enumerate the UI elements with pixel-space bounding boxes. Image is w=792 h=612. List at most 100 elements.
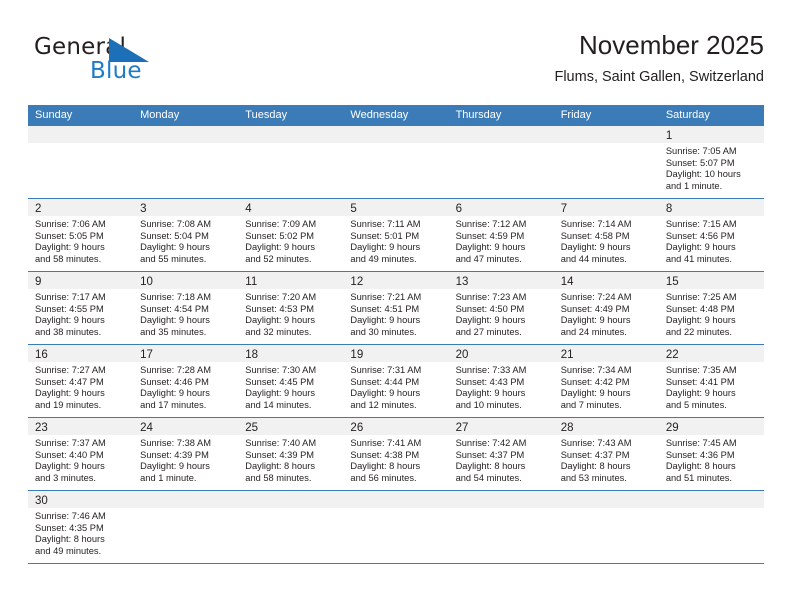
daylight-text: and 52 minutes. xyxy=(245,253,312,264)
day-cell[interactable]: 23 Sunrise: 7:37 AM Sunset: 4:40 PM Dayligh… xyxy=(28,418,134,490)
day-cell[interactable]: 20 Sunrise: 7:33 AM Sunset: 4:43 PM Dayligh… xyxy=(448,345,554,417)
sunrise-text: Sunrise: 7:18 AM xyxy=(140,292,211,302)
page-header: General Blue November 2025 Flums, Saint … xyxy=(28,28,764,98)
sunset-text: Sunset: 4:56 PM xyxy=(665,230,735,241)
day-cell[interactable]: 4 Sunrise: 7:09 AM Sunset: 5:02 PM Daylight… xyxy=(238,199,344,271)
day-cell[interactable]: 11 Sunrise: 7:20 AM Sunset: 4:53 PM Dayligh… xyxy=(238,272,344,344)
sunset-text: Sunset: 4:51 PM xyxy=(350,303,420,314)
day-cell[interactable]: 10 Sunrise: 7:18 AM Sunset: 4:54 PM Dayligh… xyxy=(133,272,239,344)
day-details: Sunrise: 7:14 AM Sunset: 4:58 PM Daylight:… xyxy=(554,216,659,270)
day-cell[interactable]: 26 Sunrise: 7:41 AM Sunset: 4:38 PM Dayligh… xyxy=(343,418,449,490)
day-cell[interactable]: 25 Sunrise: 7:40 AM Sunset: 4:39 PM Dayligh… xyxy=(238,418,344,490)
day-details: Sunrise: 7:35 AM Sunset: 4:41 PM Daylight:… xyxy=(659,362,764,416)
sunrise-text: Sunrise: 7:45 AM xyxy=(665,438,737,448)
day-cell-empty xyxy=(658,491,764,563)
daylight-text: and 35 minutes. xyxy=(140,326,207,337)
daylight-text: Daylight: 9 hours xyxy=(560,242,631,253)
day-details: Sunrise: 7:17 AM Sunset: 4:55 PM Daylight:… xyxy=(28,289,133,343)
day-cell[interactable]: 2 Sunrise: 7:06 AM Sunset: 5:05 PM Daylight… xyxy=(28,199,134,271)
day-cell[interactable]: 28 Sunrise: 7:43 AM Sunset: 4:37 PM Dayligh… xyxy=(553,418,659,490)
day-cell[interactable]: 17 Sunrise: 7:28 AM Sunset: 4:46 PM Dayligh… xyxy=(133,345,239,417)
sunset-text: Sunset: 4:40 PM xyxy=(35,449,104,460)
day-cell[interactable]: 8 Sunrise: 7:15 AM Sunset: 4:56 PM Daylight… xyxy=(658,199,764,271)
day-details xyxy=(133,143,238,151)
day-number-bar: 4 xyxy=(238,199,344,216)
sunset-text: Sunset: 4:59 PM xyxy=(455,230,525,241)
brand-name-blue: Blue xyxy=(90,58,142,84)
day-cell[interactable]: 3 Sunrise: 7:08 AM Sunset: 5:04 PM Daylight… xyxy=(133,199,239,271)
daylight-text: Daylight: 9 hours xyxy=(350,388,421,399)
daylight-text: Daylight: 9 hours xyxy=(560,388,631,399)
day-details xyxy=(238,143,343,151)
day-number-bar: 7 xyxy=(553,199,659,216)
day-number: 20 xyxy=(455,349,469,361)
day-cell-empty xyxy=(28,126,134,198)
day-cell[interactable]: 19 Sunrise: 7:31 AM Sunset: 4:44 PM Dayligh… xyxy=(343,345,449,417)
day-cell[interactable]: 18 Sunrise: 7:30 AM Sunset: 4:45 PM Dayligh… xyxy=(238,345,344,417)
brand-logo[interactable]: General Blue xyxy=(34,34,234,90)
day-number: 23 xyxy=(35,422,48,434)
day-number-bar xyxy=(553,491,659,508)
day-cell[interactable]: 30 Sunrise: 7:46 AM Sunset: 4:35 PM Dayligh… xyxy=(28,491,134,563)
day-cell[interactable]: 5 Sunrise: 7:11 AM Sunset: 5:01 PM Daylight… xyxy=(343,199,449,271)
day-cell[interactable]: 29 Sunrise: 7:45 AM Sunset: 4:36 PM Dayligh… xyxy=(658,418,764,490)
day-number-bar xyxy=(448,491,554,508)
sunrise-text: Sunrise: 7:20 AM xyxy=(245,292,317,302)
daylight-text: Daylight: 10 hours xyxy=(665,169,741,180)
day-number-bar xyxy=(238,126,344,143)
day-number: 9 xyxy=(35,276,42,288)
day-cell-empty xyxy=(238,126,344,198)
day-details: Sunrise: 7:46 AM Sunset: 4:35 PM Daylight:… xyxy=(28,508,133,562)
day-cell[interactable]: 22 Sunrise: 7:35 AM Sunset: 4:41 PM Dayligh… xyxy=(658,345,764,417)
sunset-text: Sunset: 5:02 PM xyxy=(245,230,315,241)
daylight-text: Daylight: 8 hours xyxy=(245,461,316,472)
day-cell[interactable]: 24 Sunrise: 7:38 AM Sunset: 4:39 PM Dayligh… xyxy=(133,418,239,490)
daylight-text: and 51 minutes. xyxy=(665,472,732,483)
daylight-text: Daylight: 9 hours xyxy=(455,242,526,253)
calendar-week-row: 1 Sunrise: 7:05 AM Sunset: 5:07 PM Daylight… xyxy=(28,126,764,199)
day-cell[interactable]: 27 Sunrise: 7:42 AM Sunset: 4:37 PM Dayligh… xyxy=(448,418,554,490)
sunrise-text: Sunrise: 7:40 AM xyxy=(245,438,317,448)
day-cell[interactable]: 15 Sunrise: 7:25 AM Sunset: 4:48 PM Dayligh… xyxy=(658,272,764,344)
day-cell[interactable]: 6 Sunrise: 7:12 AM Sunset: 4:59 PM Daylight… xyxy=(448,199,554,271)
day-number: 13 xyxy=(455,276,469,288)
sunset-text: Sunset: 4:48 PM xyxy=(665,303,735,314)
day-details: Sunrise: 7:28 AM Sunset: 4:46 PM Daylight:… xyxy=(133,362,238,416)
daylight-text: and 17 minutes. xyxy=(140,399,207,410)
daylight-text: Daylight: 9 hours xyxy=(245,315,316,326)
day-number-bar: 3 xyxy=(133,199,239,216)
day-details: Sunrise: 7:20 AM Sunset: 4:53 PM Daylight:… xyxy=(238,289,343,343)
daylight-text: and 49 minutes. xyxy=(350,253,417,264)
calendar-grid: Sunday Monday Tuesday Wednesday Thursday… xyxy=(28,105,764,564)
day-number-bar: 11 xyxy=(238,272,344,289)
day-details: Sunrise: 7:05 AM Sunset: 5:07 PM Daylight:… xyxy=(659,143,764,197)
day-number-bar: 21 xyxy=(553,345,659,362)
day-cell[interactable]: 14 Sunrise: 7:24 AM Sunset: 4:49 PM Dayligh… xyxy=(553,272,659,344)
day-cell-empty xyxy=(238,491,344,563)
day-details: Sunrise: 7:08 AM Sunset: 5:04 PM Daylight:… xyxy=(133,216,238,270)
day-cell[interactable]: 9 Sunrise: 7:17 AM Sunset: 4:55 PM Daylight… xyxy=(28,272,134,344)
weekday-header-row: Sunday Monday Tuesday Wednesday Thursday… xyxy=(28,105,764,126)
day-details: Sunrise: 7:11 AM Sunset: 5:01 PM Daylight:… xyxy=(343,216,448,270)
day-cell-empty xyxy=(343,126,449,198)
day-number: 17 xyxy=(140,349,153,361)
sunrise-text: Sunrise: 7:15 AM xyxy=(665,219,737,229)
day-cell[interactable]: 12 Sunrise: 7:21 AM Sunset: 4:51 PM Dayligh… xyxy=(343,272,449,344)
day-cell[interactable]: 16 Sunrise: 7:27 AM Sunset: 4:47 PM Dayligh… xyxy=(28,345,134,417)
day-details: Sunrise: 7:43 AM Sunset: 4:37 PM Daylight:… xyxy=(554,435,659,489)
day-number-bar: 30 xyxy=(28,491,134,508)
day-details xyxy=(554,508,659,516)
day-number: 11 xyxy=(245,276,258,288)
calendar-weeks: 1 Sunrise: 7:05 AM Sunset: 5:07 PM Daylight… xyxy=(28,126,764,564)
sunset-text: Sunset: 4:55 PM xyxy=(35,303,104,314)
sunset-text: Sunset: 4:46 PM xyxy=(140,376,209,387)
day-details: Sunrise: 7:09 AM Sunset: 5:02 PM Daylight:… xyxy=(238,216,343,270)
day-number-bar: 14 xyxy=(553,272,659,289)
day-cell[interactable]: 1 Sunrise: 7:05 AM Sunset: 5:07 PM Daylight… xyxy=(658,126,764,198)
sunset-text: Sunset: 5:04 PM xyxy=(140,230,209,241)
day-cell[interactable]: 7 Sunrise: 7:14 AM Sunset: 4:58 PM Daylight… xyxy=(553,199,659,271)
day-details: Sunrise: 7:21 AM Sunset: 4:51 PM Daylight:… xyxy=(343,289,448,343)
day-cell[interactable]: 13 Sunrise: 7:23 AM Sunset: 4:50 PM Dayligh… xyxy=(448,272,554,344)
day-details xyxy=(449,508,554,516)
day-cell[interactable]: 21 Sunrise: 7:34 AM Sunset: 4:42 PM Dayligh… xyxy=(553,345,659,417)
